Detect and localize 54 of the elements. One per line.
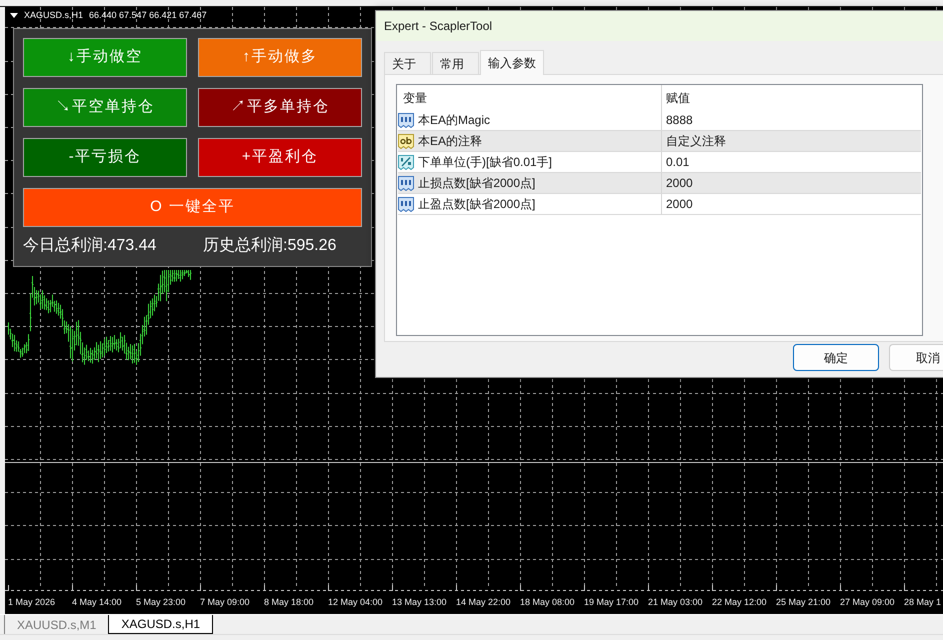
profit-summary-text: 历史总利润:595.26 [203, 236, 336, 256]
column-header[interactable]: 变量 [403, 88, 427, 106]
chart-ohlc-values: 66.440 67.547 66.421 67.467 [89, 10, 207, 20]
parameter-row[interactable]: 止盈点数[缺省2000点] 2000 [398, 194, 921, 215]
column-header[interactable]: 赋值 [666, 88, 690, 106]
number-type-icon [398, 175, 414, 191]
time-axis-label: 12 May 04:00 [328, 597, 383, 608]
parameter-name: 止盈点数[缺省2000点] [418, 196, 536, 213]
dialog-tab[interactable]: 关于 [384, 52, 431, 74]
parameter-value: 0.01 [666, 154, 690, 171]
panel-button[interactable]: ↓手动做空 [23, 38, 187, 77]
profit-summary-text: 今日总利润:473.44 [23, 236, 156, 256]
time-axis-label: 4 May 14:00 [72, 597, 122, 608]
parameter-name: 本EA的Magic [418, 112, 490, 129]
parameter-value: 8888 [666, 112, 693, 129]
dialog-tab[interactable]: 输入参数 [480, 50, 544, 75]
dropdown-triangle-icon[interactable] [10, 12, 18, 18]
time-axis-label: 21 May 03:00 [648, 597, 703, 608]
parameter-value: 自定义注释 [666, 133, 726, 150]
decimal-type-icon [398, 154, 414, 170]
number-type-icon [398, 196, 414, 212]
parameter-value: 2000 [666, 196, 693, 213]
parameter-name: 止损点数[缺省2000点] [418, 175, 536, 192]
time-axis-label: 22 May 12:00 [712, 597, 767, 608]
panel-button[interactable]: ↘平空单持仓 [23, 88, 187, 127]
dialog-button[interactable]: 确定 [793, 344, 879, 371]
time-axis-label: 28 May 1 [904, 597, 942, 608]
chart-symbol: XAGUSD.s,H1 [24, 10, 84, 20]
parameter-row[interactable]: 止损点数[缺省2000点] 2000 [398, 173, 921, 194]
time-axis-label: 14 May 22:00 [456, 597, 511, 608]
panel-button[interactable]: -平亏损仓 [23, 138, 187, 177]
time-axis-label: 1 May 2026 [8, 597, 56, 608]
panel-button[interactable]: +平盈利仓 [198, 138, 362, 177]
time-axis-label: 19 May 17:00 [584, 597, 639, 608]
panel-button[interactable]: ↗平多单持仓 [198, 88, 362, 127]
time-axis-label: 25 May 21:00 [776, 597, 831, 608]
parameter-name: 本EA的注释 [418, 133, 482, 150]
parameter-value: 2000 [666, 175, 693, 192]
time-axis-label: 5 May 23:00 [136, 597, 186, 608]
text-type-icon [398, 133, 414, 149]
time-axis-label: 18 May 08:00 [520, 597, 575, 608]
parameter-name: 下单单位(手)[缺省0.01手] [418, 154, 552, 171]
parameter-row[interactable]: 本EA的注释 自定义注释 [398, 131, 921, 152]
dialog-tab[interactable]: 常用 [432, 52, 479, 74]
dialog-title: Expert - ScaplerTool [384, 18, 492, 35]
time-axis-label: 8 May 18:00 [264, 597, 314, 608]
dialog-button[interactable]: 取消 [889, 344, 943, 371]
chart-tab[interactable]: XAGUSD.s,H1 [108, 615, 214, 634]
time-axis-label: 7 May 09:00 [200, 597, 250, 608]
parameter-row[interactable]: 本EA的Magic 8888 [398, 110, 921, 131]
time-axis-label: 13 May 13:00 [392, 597, 447, 608]
number-type-icon [398, 112, 414, 128]
parameter-row[interactable]: 下单单位(手)[缺省0.01手] 0.01 [398, 152, 921, 173]
time-axis-label: 27 May 09:00 [840, 597, 895, 608]
